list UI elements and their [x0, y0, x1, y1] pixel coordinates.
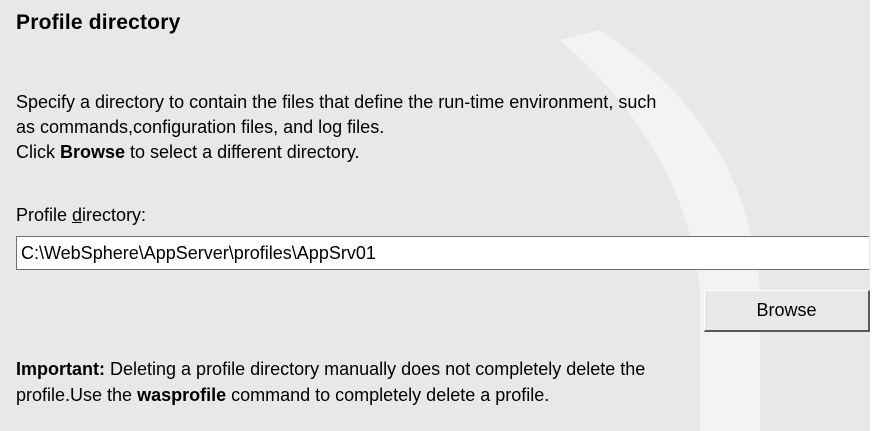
important-note-text-3: command to completely delete a profile.	[226, 385, 550, 405]
description-line-1: Specify a directory to contain the files…	[16, 92, 657, 112]
description-line-3: Click Browse to select a different direc…	[16, 140, 862, 165]
important-note-text-1: Deleting a profile directory manually do…	[105, 359, 646, 379]
browse-button[interactable]: Browse	[704, 290, 870, 332]
description-click-text: Click	[16, 142, 60, 162]
important-note-line-1: Important: Deleting a profile directory …	[16, 356, 862, 382]
description-select-text: to select a different directory.	[125, 142, 360, 162]
page-title: Profile directory	[16, 11, 181, 34]
description-text: Specify a directory to contain the files…	[16, 90, 862, 165]
important-note: Important: Deleting a profile directory …	[16, 356, 862, 408]
profile-directory-input[interactable]	[16, 236, 869, 270]
profile-directory-panel: Profile directory Specify a directory to…	[0, 0, 870, 431]
profile-directory-label: Profile directory:	[16, 205, 146, 226]
important-note-text-2: profile.Use the	[16, 385, 138, 405]
important-note-line-2: profile.Use the wasprofile command to co…	[16, 382, 862, 408]
wasprofile-command: wasprofile	[137, 385, 227, 405]
important-label: Important:	[16, 359, 105, 379]
description-line-2: as commands,configuration files, and log…	[16, 117, 385, 137]
label-prefix: Profile	[16, 205, 73, 225]
description-browse-emphasis: Browse	[60, 142, 126, 162]
label-mnemonic: d	[72, 205, 83, 225]
label-suffix: irectory:	[82, 205, 147, 225]
